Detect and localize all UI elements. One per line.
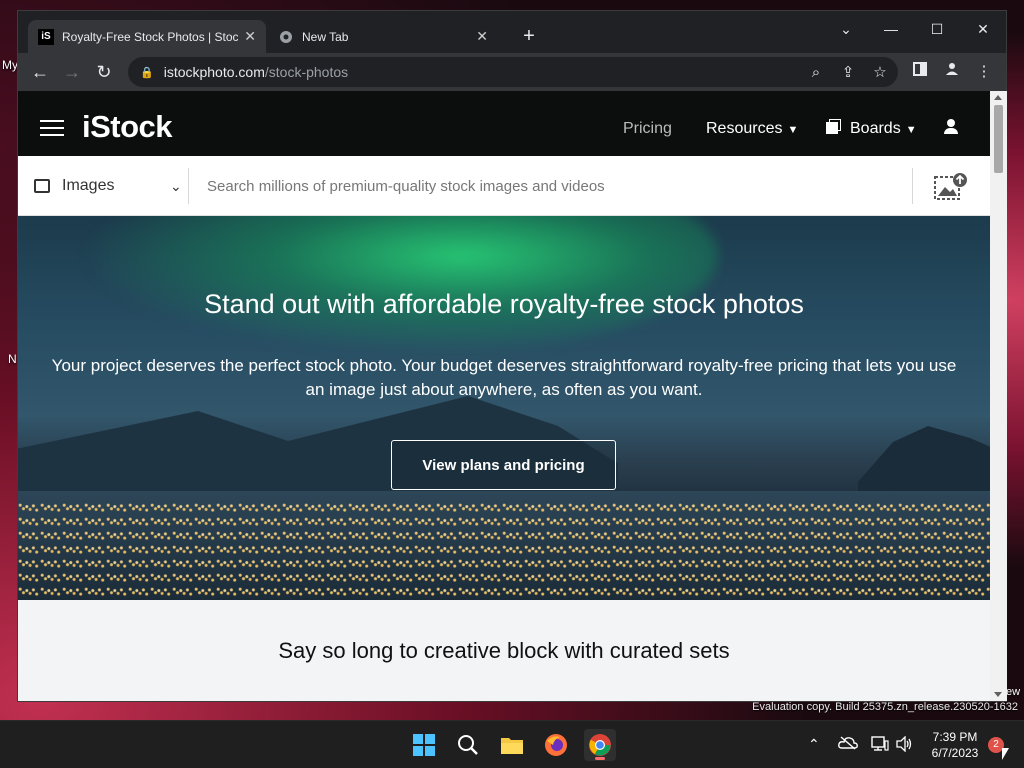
chrome-icon [278,29,294,45]
lock-icon: 🔒 [140,66,154,79]
start-windows-icon[interactable] [408,729,440,761]
address-bar[interactable]: 🔒 istockphoto.com/stock-photos ⌕ ⇪ ☆ [128,57,898,87]
account-icon[interactable] [943,119,959,135]
side-panel-icon[interactable] [907,59,933,85]
file-explorer-icon[interactable] [496,729,528,761]
browser-window: iS Royalty-Free Stock Photos | Stock ✕ N… [17,10,1007,702]
zoom-search-icon[interactable]: ⌕ [804,61,828,85]
desktop-corner-text: ew [1006,686,1021,698]
search-divider [912,168,913,204]
media-type-dropdown[interactable]: Images ⌄ [34,156,182,216]
maximize-button[interactable]: ☐ [914,15,960,43]
istock-logo[interactable]: iStock [82,109,173,145]
clock-date: 6/7/2023 [931,746,979,760]
nav-resources-label: Resources [706,120,783,137]
istock-favicon-icon: iS [38,28,54,45]
tab-strip: iS Royalty-Free Stock Photos | Stock ✕ N… [18,11,1006,53]
hero-banner: Stand out with affordable royalty-free s… [18,216,990,600]
close-window-button[interactable]: ✕ [960,15,1006,43]
chevron-down-icon: ⌄ [170,177,182,194]
chevron-down-icon: ▼ [787,124,799,136]
desktop-icon-label[interactable]: N [8,352,17,366]
scroll-up-arrow-icon[interactable] [994,95,1002,100]
desktop-icon-label[interactable]: My [2,58,18,72]
bookmark-star-icon[interactable]: ☆ [868,61,892,85]
section-title: Say so long to creative block with curat… [278,638,730,663]
boards-icon [826,122,838,134]
hero-image-town-lights [18,501,990,600]
url-domain: istockphoto.com [163,64,265,80]
profile-icon[interactable] [939,59,965,85]
onedrive-offline-icon[interactable] [838,736,858,753]
page-scrollbar[interactable] [990,91,1007,701]
taskbar: ⌃ 7:39 PM 6/7/2023 [0,720,1024,768]
show-hidden-icons-chevron-icon[interactable]: ⌃ [808,736,820,753]
tab-search-button[interactable]: ⌄ [823,15,869,43]
browser-toolbar: ← → ↻ 🔒 istockphoto.com/stock-photos ⌕ ⇪… [18,53,1006,91]
active-app-indicator [595,757,605,760]
clock-time: 7:39 PM [932,730,978,744]
chrome-taskbar-icon[interactable] [584,729,616,761]
nav-pricing[interactable]: Pricing [623,120,672,138]
scrollbar-thumb[interactable] [994,105,1003,173]
network-icon[interactable] [871,736,889,755]
search-bar: Images ⌄ [18,156,990,216]
kebab-menu-icon[interactable]: ⋮ [971,59,997,85]
search-icon[interactable] [452,729,484,761]
nav-boards-label: Boards [850,120,901,137]
hero-title: Stand out with affordable royalty-free s… [204,289,804,319]
hero-image-aurora [78,216,718,356]
hero-subtitle: Your project deserves the perfect stock … [51,356,957,399]
tab-istock[interactable]: iS Royalty-Free Stock Photos | Stock ✕ [28,20,266,53]
volume-icon[interactable] [895,735,913,755]
search-divider [188,168,189,204]
search-input[interactable] [207,173,907,199]
back-arrow-icon[interactable]: ← [27,59,53,85]
mouse-cursor-icon [1002,748,1009,760]
search-by-image-icon[interactable] [934,172,968,202]
share-icon[interactable]: ⇪ [836,61,860,85]
close-icon[interactable]: ✕ [244,28,256,45]
evaluation-watermark: Evaluation copy. Build 25375.zn_release.… [752,701,1018,713]
image-icon [34,179,50,193]
firefox-icon[interactable] [540,729,572,761]
tab-title: New Tab [302,29,349,44]
new-tab-button[interactable]: + [516,24,542,50]
scroll-down-arrow-icon[interactable] [994,692,1002,697]
site-header: iStock Pricing Resources ▼ Boards ▼ [18,91,990,156]
forward-arrow-icon[interactable]: → [59,59,85,85]
close-icon[interactable]: ✕ [476,28,488,45]
nav-boards[interactable]: Boards ▼ [826,120,917,138]
reload-icon[interactable]: ↻ [91,59,117,85]
minimize-button[interactable]: — [868,15,914,43]
chevron-down-icon: ▼ [905,124,917,136]
istock-page: iStock Pricing Resources ▼ Boards ▼ Images… [18,91,990,701]
view-plans-button[interactable]: View plans and pricing [391,440,616,490]
tab-title: Royalty-Free Stock Photos | Stock [62,29,239,44]
media-type-label: Images [62,177,115,194]
clock[interactable]: 7:39 PM 6/7/2023 [915,729,995,761]
tab-new-tab[interactable]: New Tab ✕ [268,20,498,53]
hamburger-menu-icon[interactable] [40,120,64,136]
url-path: /stock-photos [264,64,349,80]
nav-resources[interactable]: Resources ▼ [706,120,798,138]
